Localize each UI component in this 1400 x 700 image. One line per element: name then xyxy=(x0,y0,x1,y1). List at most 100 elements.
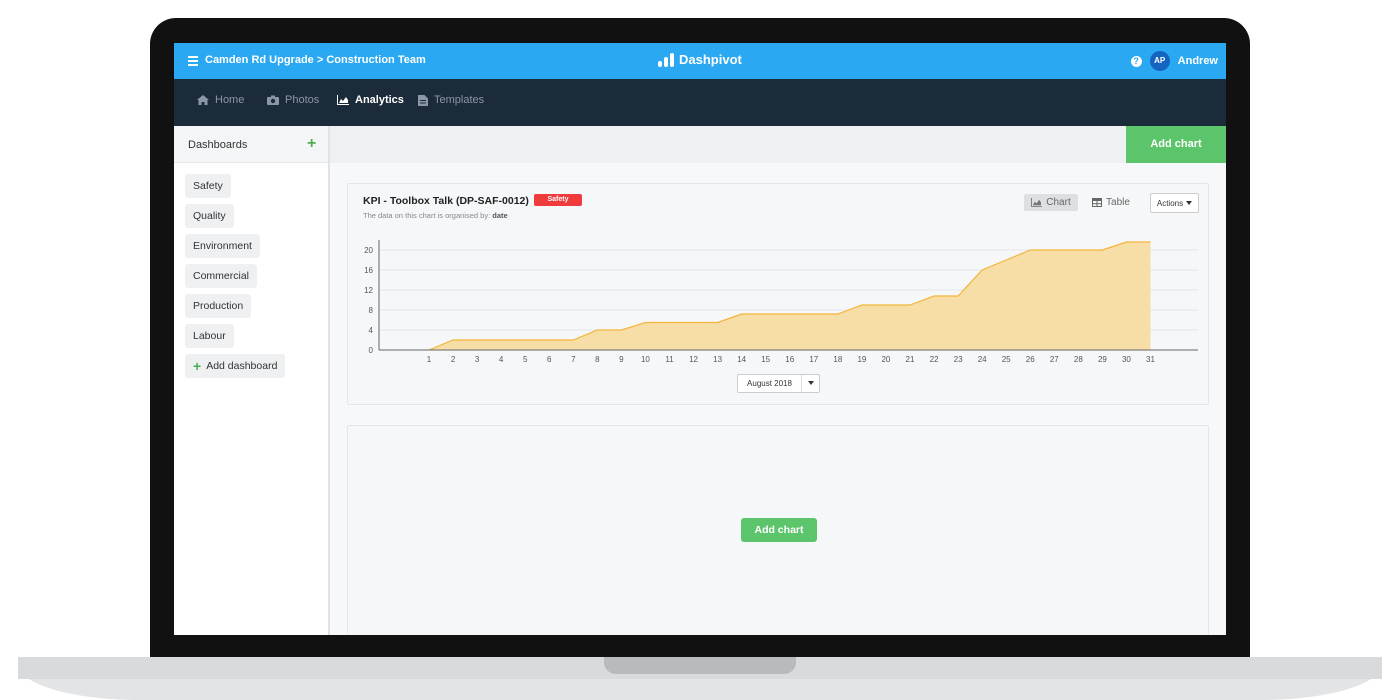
nav-label: Templates xyxy=(434,94,485,106)
x-tick-label: 3 xyxy=(475,355,480,364)
user-area: ? AP Andrew xyxy=(1130,51,1218,71)
dashboard-item-quality[interactable]: Quality xyxy=(185,204,234,228)
x-tick-label: 17 xyxy=(809,355,818,364)
nav-item-home[interactable]: Home xyxy=(197,94,244,106)
menu-icon[interactable] xyxy=(188,55,198,66)
chart-title: KPI - Toolbox Talk (DP-SAF-0012) xyxy=(363,195,529,207)
x-tick-label: 9 xyxy=(619,355,624,364)
brand-logo[interactable]: Dashpivot xyxy=(658,52,742,67)
month-value: August 2018 xyxy=(738,375,802,392)
main-toolbar: Add chart xyxy=(330,126,1226,163)
table-view-label: Table xyxy=(1106,197,1130,208)
y-tick-label: 0 xyxy=(369,346,374,355)
sidebar-title: Dashboards xyxy=(188,139,248,151)
camera-icon xyxy=(267,95,279,105)
add-chart-center-button[interactable]: Add chart xyxy=(741,518,817,542)
x-tick-label: 14 xyxy=(737,355,746,364)
x-tick-label: 1 xyxy=(427,355,432,364)
chart-card: 0 4 8 12 16 20 1 2 3 4 5 6 7 8 9 10 11 12 13 14 15 16 17 18 19 20… xyxy=(347,183,1209,405)
x-tick-label: 24 xyxy=(978,355,987,364)
dashboard-item-labour[interactable]: Labour xyxy=(185,324,234,348)
main-content: Add chart 0 4 8 12 16 20 1 2 3 4 5 6 7 8 9 10 11 12 13 14 15… xyxy=(330,126,1226,635)
dashboard-item-production[interactable]: Production xyxy=(185,294,252,318)
app-screen: Camden Rd Upgrade > Construction Team Da… xyxy=(174,43,1226,635)
y-tick-label: 4 xyxy=(369,326,374,335)
x-tick-label: 5 xyxy=(523,355,528,364)
sidebar-header: Dashboards + xyxy=(174,126,328,163)
laptop-notch xyxy=(604,657,796,674)
add-dashboard-plus-icon[interactable]: + xyxy=(307,135,316,153)
x-tick-label: 23 xyxy=(954,355,963,364)
x-tick-label: 13 xyxy=(713,355,722,364)
y-tick-label: 16 xyxy=(364,266,373,275)
x-tick-label: 25 xyxy=(1002,355,1011,364)
nav-label: Analytics xyxy=(355,94,404,106)
top-bar: Camden Rd Upgrade > Construction Team Da… xyxy=(174,43,1226,79)
chart-view-button[interactable]: Chart xyxy=(1024,194,1078,211)
x-tick-label: 28 xyxy=(1074,355,1083,364)
dashboard-item-safety[interactable]: Safety xyxy=(185,174,231,198)
table-view-button[interactable]: Table xyxy=(1088,194,1134,211)
main-nav: Home Photos Analytics Templates xyxy=(174,79,1226,126)
y-tick-label: 8 xyxy=(369,306,374,315)
nav-item-photos[interactable]: Photos xyxy=(267,94,319,106)
x-tick-label: 6 xyxy=(547,355,552,364)
x-tick-label: 8 xyxy=(595,355,600,364)
x-tick-label: 31 xyxy=(1146,355,1155,364)
x-tick-label: 11 xyxy=(665,355,674,364)
nav-item-analytics[interactable]: Analytics xyxy=(337,94,404,106)
x-tick-label: 2 xyxy=(451,355,456,364)
dashpivot-logo-icon xyxy=(658,52,674,67)
breadcrumb-text[interactable]: Camden Rd Upgrade > Construction Team xyxy=(205,54,426,66)
caret-down-icon xyxy=(1186,201,1193,205)
status-badge: Safety xyxy=(534,194,582,206)
actions-dropdown[interactable]: Actions xyxy=(1150,193,1199,213)
table-icon xyxy=(1092,198,1103,207)
breadcrumb[interactable]: Camden Rd Upgrade > Construction Team xyxy=(188,54,426,66)
x-tick-label: 27 xyxy=(1050,355,1059,364)
x-tick-label: 19 xyxy=(857,355,866,364)
nav-label: Photos xyxy=(285,94,320,106)
empty-chart-card: Add chart xyxy=(347,425,1209,635)
x-tick-label: 20 xyxy=(881,355,890,364)
area-chart-icon xyxy=(1031,198,1043,207)
chart-subtitle-prefix: The data on this chart is organised by: xyxy=(363,211,491,220)
x-tick-label: 12 xyxy=(689,355,698,364)
x-tick-label: 15 xyxy=(761,355,770,364)
home-icon xyxy=(197,95,209,105)
user-name[interactable]: Andrew xyxy=(1178,55,1218,67)
add-dashboard-label: Add dashboard xyxy=(206,360,278,372)
add-chart-button[interactable]: Add chart xyxy=(1126,126,1226,163)
chart-subtitle: The data on this chart is organised by: … xyxy=(363,211,508,220)
actions-label: Actions xyxy=(1156,198,1184,208)
add-dashboard-button[interactable]: + Add dashboard xyxy=(185,354,286,378)
dashboard-sidebar: Dashboards + Safety Quality Environment … xyxy=(174,126,330,635)
x-tick-label: 30 xyxy=(1122,355,1131,364)
chart-subtitle-key: date xyxy=(492,211,508,220)
dashboard-item-environment[interactable]: Environment xyxy=(185,234,260,258)
x-tick-label: 22 xyxy=(930,355,939,364)
x-tick-label: 4 xyxy=(499,355,504,364)
nav-label: Home xyxy=(215,94,245,106)
y-tick-label: 20 xyxy=(364,246,373,255)
area-series-fill xyxy=(429,242,1151,350)
brand-name: Dashpivot xyxy=(679,52,742,67)
x-tick-label: 26 xyxy=(1026,355,1035,364)
caret-down-icon[interactable] xyxy=(802,375,819,392)
x-tick-label: 18 xyxy=(833,355,842,364)
help-icon[interactable]: ? xyxy=(1130,55,1142,67)
x-tick-label: 10 xyxy=(641,355,650,364)
x-tick-label: 16 xyxy=(785,355,794,364)
plus-icon: + xyxy=(193,358,202,374)
dashboard-item-commercial[interactable]: Commercial xyxy=(185,264,258,288)
area-chart-icon xyxy=(337,95,349,105)
chart-view-label: Chart xyxy=(1046,197,1071,208)
month-select[interactable]: August 2018 xyxy=(737,374,820,393)
y-tick-label: 12 xyxy=(364,286,373,295)
x-tick-label: 7 xyxy=(571,355,576,364)
avatar[interactable]: AP xyxy=(1149,51,1170,71)
x-tick-label: 21 xyxy=(906,355,915,364)
x-tick-label: 29 xyxy=(1098,355,1107,364)
document-icon xyxy=(418,94,428,106)
nav-item-templates[interactable]: Templates xyxy=(418,94,484,106)
